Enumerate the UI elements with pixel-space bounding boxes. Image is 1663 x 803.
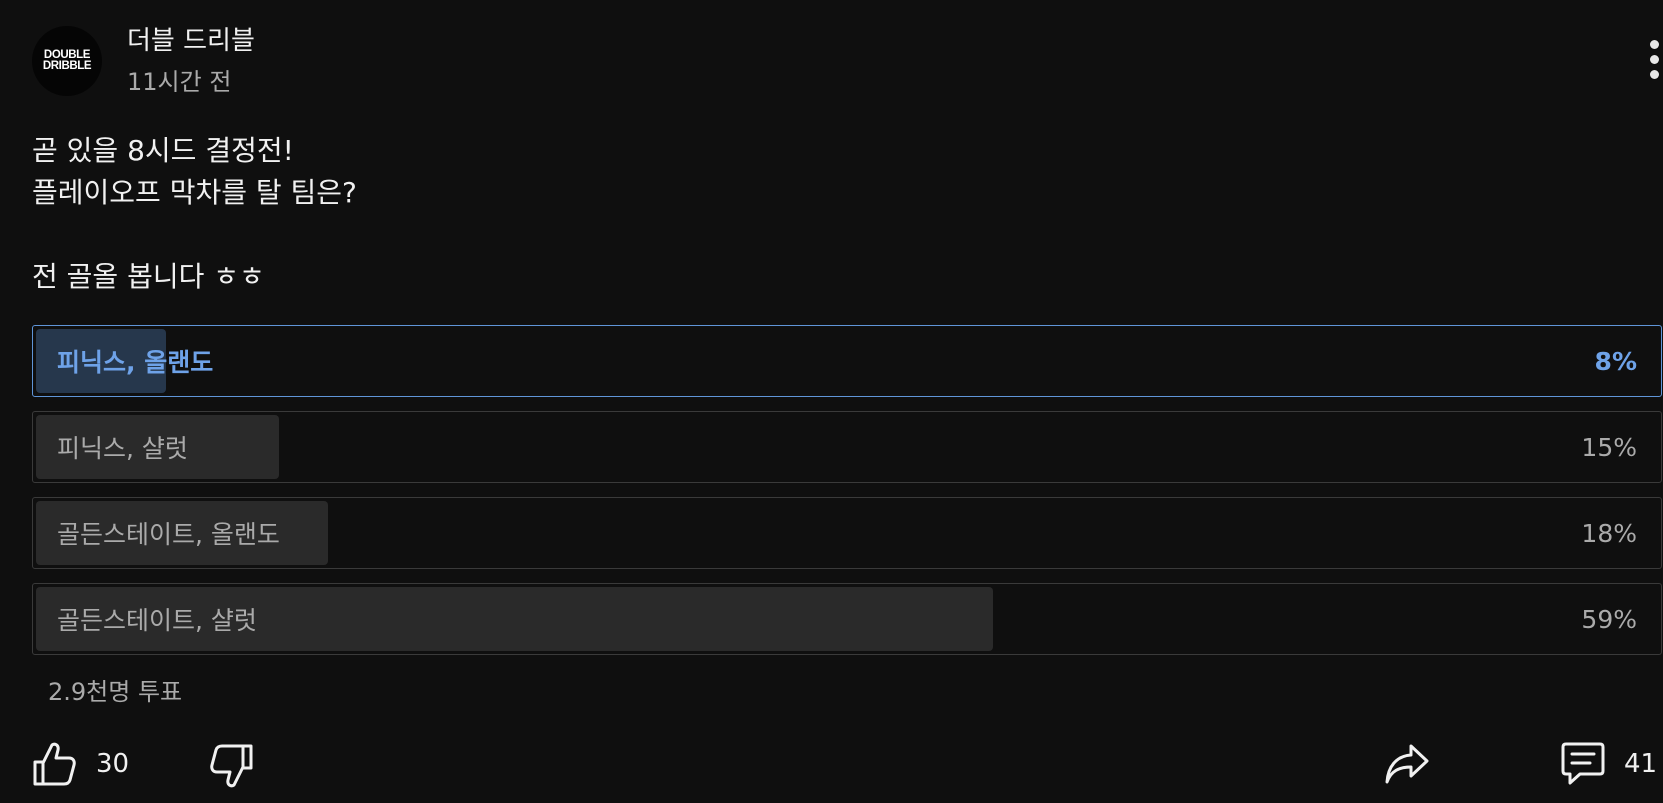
poll-vote-count: 2.9천명 투표 (48, 678, 183, 706)
channel-name[interactable]: 더블 드리블 (127, 20, 255, 57)
action-bar: 30 41 (0, 735, 1663, 797)
like-count: 30 (96, 749, 130, 779)
avatar-logo-line-2: DRIBBLE (42, 60, 92, 72)
poll-option-3[interactable]: 골든스테이트, 올랜도 18% (32, 497, 1662, 569)
thumbs-down-icon[interactable] (210, 743, 254, 793)
poll-option-percent: 8% (1594, 346, 1637, 376)
post-body: 곧 있을 8시드 결정전! 플레이오프 막차를 탈 팀은? 전 골올 봅니다 ㅎ… (32, 130, 357, 298)
channel-avatar[interactable]: DOUBLE DRIBBLE (32, 26, 102, 96)
post-time: 11시간 전 (127, 68, 232, 96)
poll-option-percent: 18% (1581, 518, 1637, 548)
poll-option-percent: 59% (1581, 604, 1637, 634)
poll-option-1[interactable]: 피닉스, 올랜도 8% (32, 325, 1662, 397)
poll-option-4[interactable]: 골든스테이트, 샬럿 59% (32, 583, 1662, 655)
poll: 피닉스, 올랜도 8% 피닉스, 샬럿 15% 골든스테이트, 올랜도 18% … (32, 325, 1662, 669)
post-line-4: 전 골올 봅니다 ㅎㅎ (32, 260, 265, 293)
poll-option-label: 피닉스, 샬럿 (57, 434, 188, 463)
poll-option-label: 피닉스, 올랜도 (57, 348, 214, 377)
share-icon[interactable] (1384, 743, 1430, 789)
poll-option-label: 골든스테이트, 올랜도 (57, 520, 280, 549)
poll-option-2[interactable]: 피닉스, 샬럿 15% (32, 411, 1662, 483)
post-line-2: 플레이오프 막차를 탈 팀은? (32, 176, 357, 209)
poll-option-percent: 15% (1581, 432, 1637, 462)
thumbs-up-icon[interactable] (32, 741, 76, 791)
more-vertical-icon[interactable] (1649, 40, 1663, 80)
comment-count: 41 (1624, 749, 1658, 779)
comment-icon[interactable] (1560, 741, 1606, 791)
poll-option-label: 골든스테이트, 샬럿 (57, 606, 257, 635)
post-header: DOUBLE DRIBBLE 더블 드리블 11시간 전 (32, 18, 1663, 98)
post-line-3 (32, 214, 357, 256)
post-line-1: 곧 있을 8시드 결정전! (32, 134, 294, 167)
